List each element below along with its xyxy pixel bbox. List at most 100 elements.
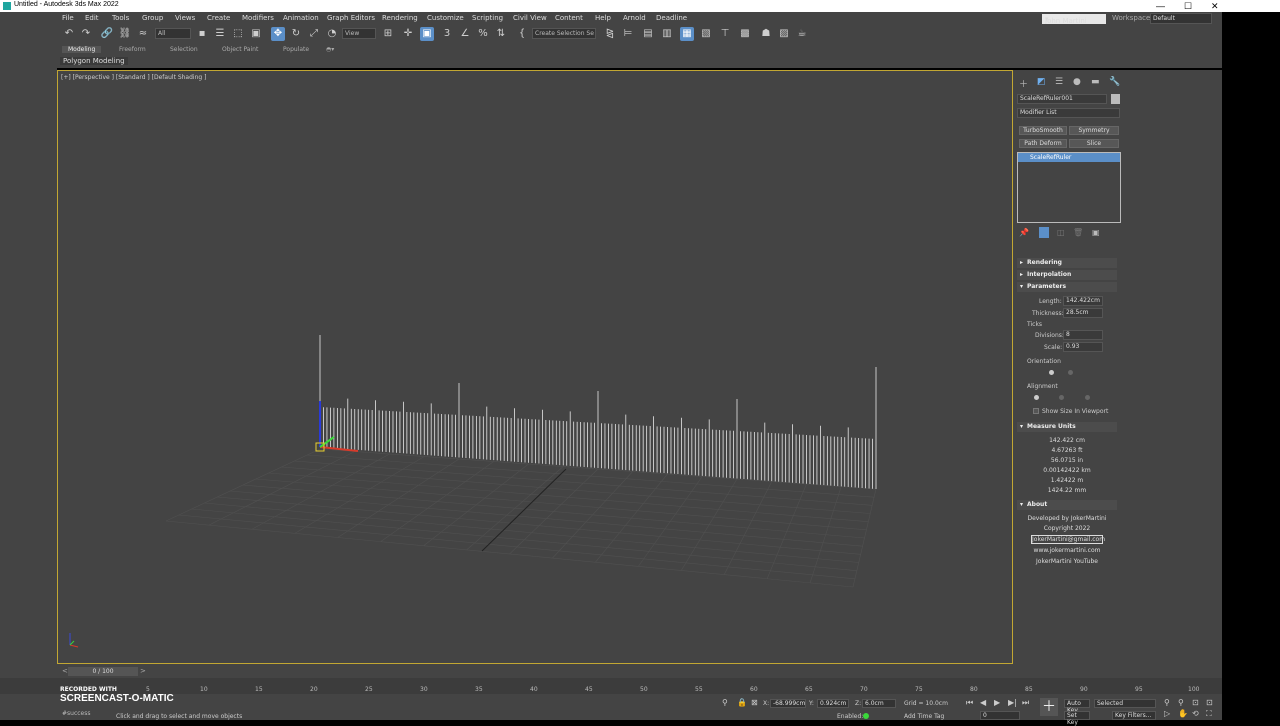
email-button[interactable]: JokerMartini@gmail.com: [1031, 535, 1105, 544]
menu-civil-view[interactable]: Civil View: [513, 14, 547, 22]
isolate-icon[interactable]: ⚲: [722, 698, 728, 707]
menu-scripting[interactable]: Scripting: [472, 14, 503, 22]
alignment-left-radio[interactable]: [1034, 395, 1039, 400]
ribbon-tab-freeform[interactable]: Freeform: [119, 46, 146, 53]
modifier-list-dropdown[interactable]: Modifier List: [1017, 108, 1120, 118]
current-frame-field[interactable]: 0: [980, 711, 1020, 720]
key-filters-button[interactable]: Key Filters...: [1112, 711, 1156, 720]
track-bar[interactable]: 5 10 15 20 25 30 35 40 45 50 55 60 65 70…: [0, 678, 1222, 694]
schematic-view-icon[interactable]: ⊤: [718, 27, 732, 41]
menu-group[interactable]: Group: [142, 14, 163, 22]
rollout-parameters[interactable]: Parameters: [1017, 282, 1117, 292]
remove-modifier-icon[interactable]: 🗑: [1073, 228, 1083, 237]
display-tab-icon[interactable]: ▬: [1091, 77, 1100, 87]
minimize-button[interactable]: —: [1156, 0, 1165, 12]
youtube-link[interactable]: JokerMartini YouTube: [1017, 558, 1117, 565]
menu-views[interactable]: Views: [175, 14, 195, 22]
rect-selection-icon[interactable]: ⬚: [231, 27, 245, 41]
scale-icon[interactable]: ⤢: [307, 27, 321, 41]
website-link[interactable]: www.jokermartini.com: [1017, 547, 1117, 554]
time-slider-thumb[interactable]: 0 / 100: [68, 667, 138, 676]
configure-sets-icon[interactable]: ▣: [1092, 228, 1100, 237]
maximize-viewport-icon[interactable]: ⛶: [1206, 709, 1212, 719]
next-frame-icon[interactable]: ▶|: [1008, 698, 1017, 707]
set-key-icon[interactable]: ＋: [1040, 698, 1058, 716]
orientation-horizontal-radio[interactable]: [1049, 370, 1054, 375]
orbit-icon[interactable]: ⟲: [1192, 709, 1199, 718]
link-icon[interactable]: 🔗: [100, 27, 114, 41]
set-key-button[interactable]: Set Key: [1064, 711, 1090, 726]
modifier-stack[interactable]: ScaleRefRuler: [1017, 152, 1121, 223]
workspace-dropdown[interactable]: Default: [1150, 13, 1212, 24]
menu-modifiers[interactable]: Modifiers: [242, 14, 274, 22]
viewport-label[interactable]: [+] [Perspective ] [Standard ] [Default …: [61, 74, 206, 81]
symmetry-button[interactable]: Symmetry: [1069, 126, 1119, 135]
bind-space-warp-icon[interactable]: ≈: [136, 27, 150, 41]
pivot-center-icon[interactable]: ⊞: [381, 27, 395, 41]
menu-rendering[interactable]: Rendering: [382, 14, 418, 22]
ribbon-options-icon[interactable]: ◓▾: [326, 46, 334, 53]
modify-tab-icon[interactable]: ◩: [1037, 77, 1046, 87]
orientation-vertical-radio[interactable]: [1068, 370, 1073, 375]
rollout-about[interactable]: About: [1017, 500, 1117, 510]
select-by-name-icon[interactable]: ☰: [213, 27, 227, 41]
unlink-icon[interactable]: ⛓: [118, 27, 132, 41]
menu-arnold[interactable]: Arnold: [623, 14, 646, 22]
redo-icon[interactable]: ↷: [79, 27, 93, 41]
hierarchy-tab-icon[interactable]: ☰: [1055, 77, 1063, 87]
undo-icon[interactable]: ↶: [62, 27, 76, 41]
object-color-swatch[interactable]: [1111, 94, 1120, 104]
window-crossing-icon[interactable]: ▣: [249, 27, 263, 41]
selection-lock-icon[interactable]: 🔒: [737, 698, 747, 707]
x-coord-field[interactable]: -68.999cm: [770, 699, 806, 708]
show-end-result-icon[interactable]: [1039, 227, 1049, 238]
close-button[interactable]: ✕: [1211, 0, 1219, 12]
menu-deadline[interactable]: Deadline: [656, 14, 687, 22]
snap-toggle-icon[interactable]: 3: [440, 27, 454, 41]
go-to-start-icon[interactable]: ⏮: [966, 698, 973, 708]
motion-tab-icon[interactable]: ●: [1073, 77, 1081, 87]
pin-stack-icon[interactable]: 📌: [1019, 228, 1029, 237]
zoom-icon[interactable]: ⚲: [1164, 698, 1170, 707]
material-editor-icon[interactable]: ▩: [738, 27, 752, 41]
alignment-right-radio[interactable]: [1085, 395, 1090, 400]
scale-ruler-object[interactable]: [319, 335, 877, 489]
time-next-icon[interactable]: >: [140, 667, 148, 675]
ribbon-tab-selection[interactable]: Selection: [170, 46, 198, 53]
perspective-viewport[interactable]: [+] [Perspective ] [Standard ] [Default …: [57, 70, 1013, 664]
menu-graph-editors[interactable]: Graph Editors: [327, 14, 375, 22]
menu-file[interactable]: File: [62, 14, 74, 22]
show-size-checkbox[interactable]: [1033, 408, 1039, 414]
ref-coord-dropdown[interactable]: View: [342, 28, 376, 39]
spinner-snap-icon[interactable]: ⇅: [494, 27, 508, 41]
keyboard-shortcut-icon[interactable]: ▣: [420, 27, 434, 41]
named-selection-dropdown[interactable]: Create Selection Se: [532, 28, 596, 39]
divisions-spinner[interactable]: 8: [1063, 330, 1103, 340]
length-spinner[interactable]: 142.422cm: [1063, 296, 1103, 306]
scale-spinner[interactable]: 0.93: [1063, 342, 1103, 352]
ribbon-tab-modeling[interactable]: Modeling: [62, 46, 102, 53]
slice-button[interactable]: Slice: [1069, 139, 1119, 148]
rollout-measure-units[interactable]: Measure Units: [1017, 422, 1117, 432]
previous-frame-icon[interactable]: ◀: [980, 698, 986, 707]
selected-dropdown[interactable]: Selected: [1094, 699, 1156, 708]
zoom-extents-all-icon[interactable]: ⊡: [1206, 698, 1213, 707]
go-to-end-icon[interactable]: ⏭: [1022, 698, 1029, 708]
angle-snap-icon[interactable]: ∠: [458, 27, 472, 41]
user-account-dropdown[interactable]: John Martini ▾: [1042, 14, 1106, 25]
render-setup-icon[interactable]: ☗: [759, 27, 773, 41]
y-coord-field[interactable]: 0.924cm: [817, 699, 849, 708]
rollout-interpolation[interactable]: Interpolation: [1017, 270, 1117, 280]
alignment-center-radio[interactable]: [1059, 395, 1064, 400]
menu-help[interactable]: Help: [595, 14, 611, 22]
percent-snap-icon[interactable]: %: [476, 27, 490, 41]
manipulate-icon[interactable]: ✛: [401, 27, 415, 41]
maximize-button[interactable]: ☐: [1184, 0, 1192, 12]
menu-tools[interactable]: Tools: [112, 14, 129, 22]
layer-explorer-icon[interactable]: ▥: [660, 27, 674, 41]
zoom-all-icon[interactable]: ⚲: [1178, 698, 1184, 707]
menu-animation[interactable]: Animation: [283, 14, 319, 22]
turbosmooth-button[interactable]: TurboSmooth: [1019, 126, 1067, 135]
path-deform-button[interactable]: Path Deform: [1019, 139, 1067, 148]
z-coord-field[interactable]: 6.0cm: [862, 699, 896, 708]
